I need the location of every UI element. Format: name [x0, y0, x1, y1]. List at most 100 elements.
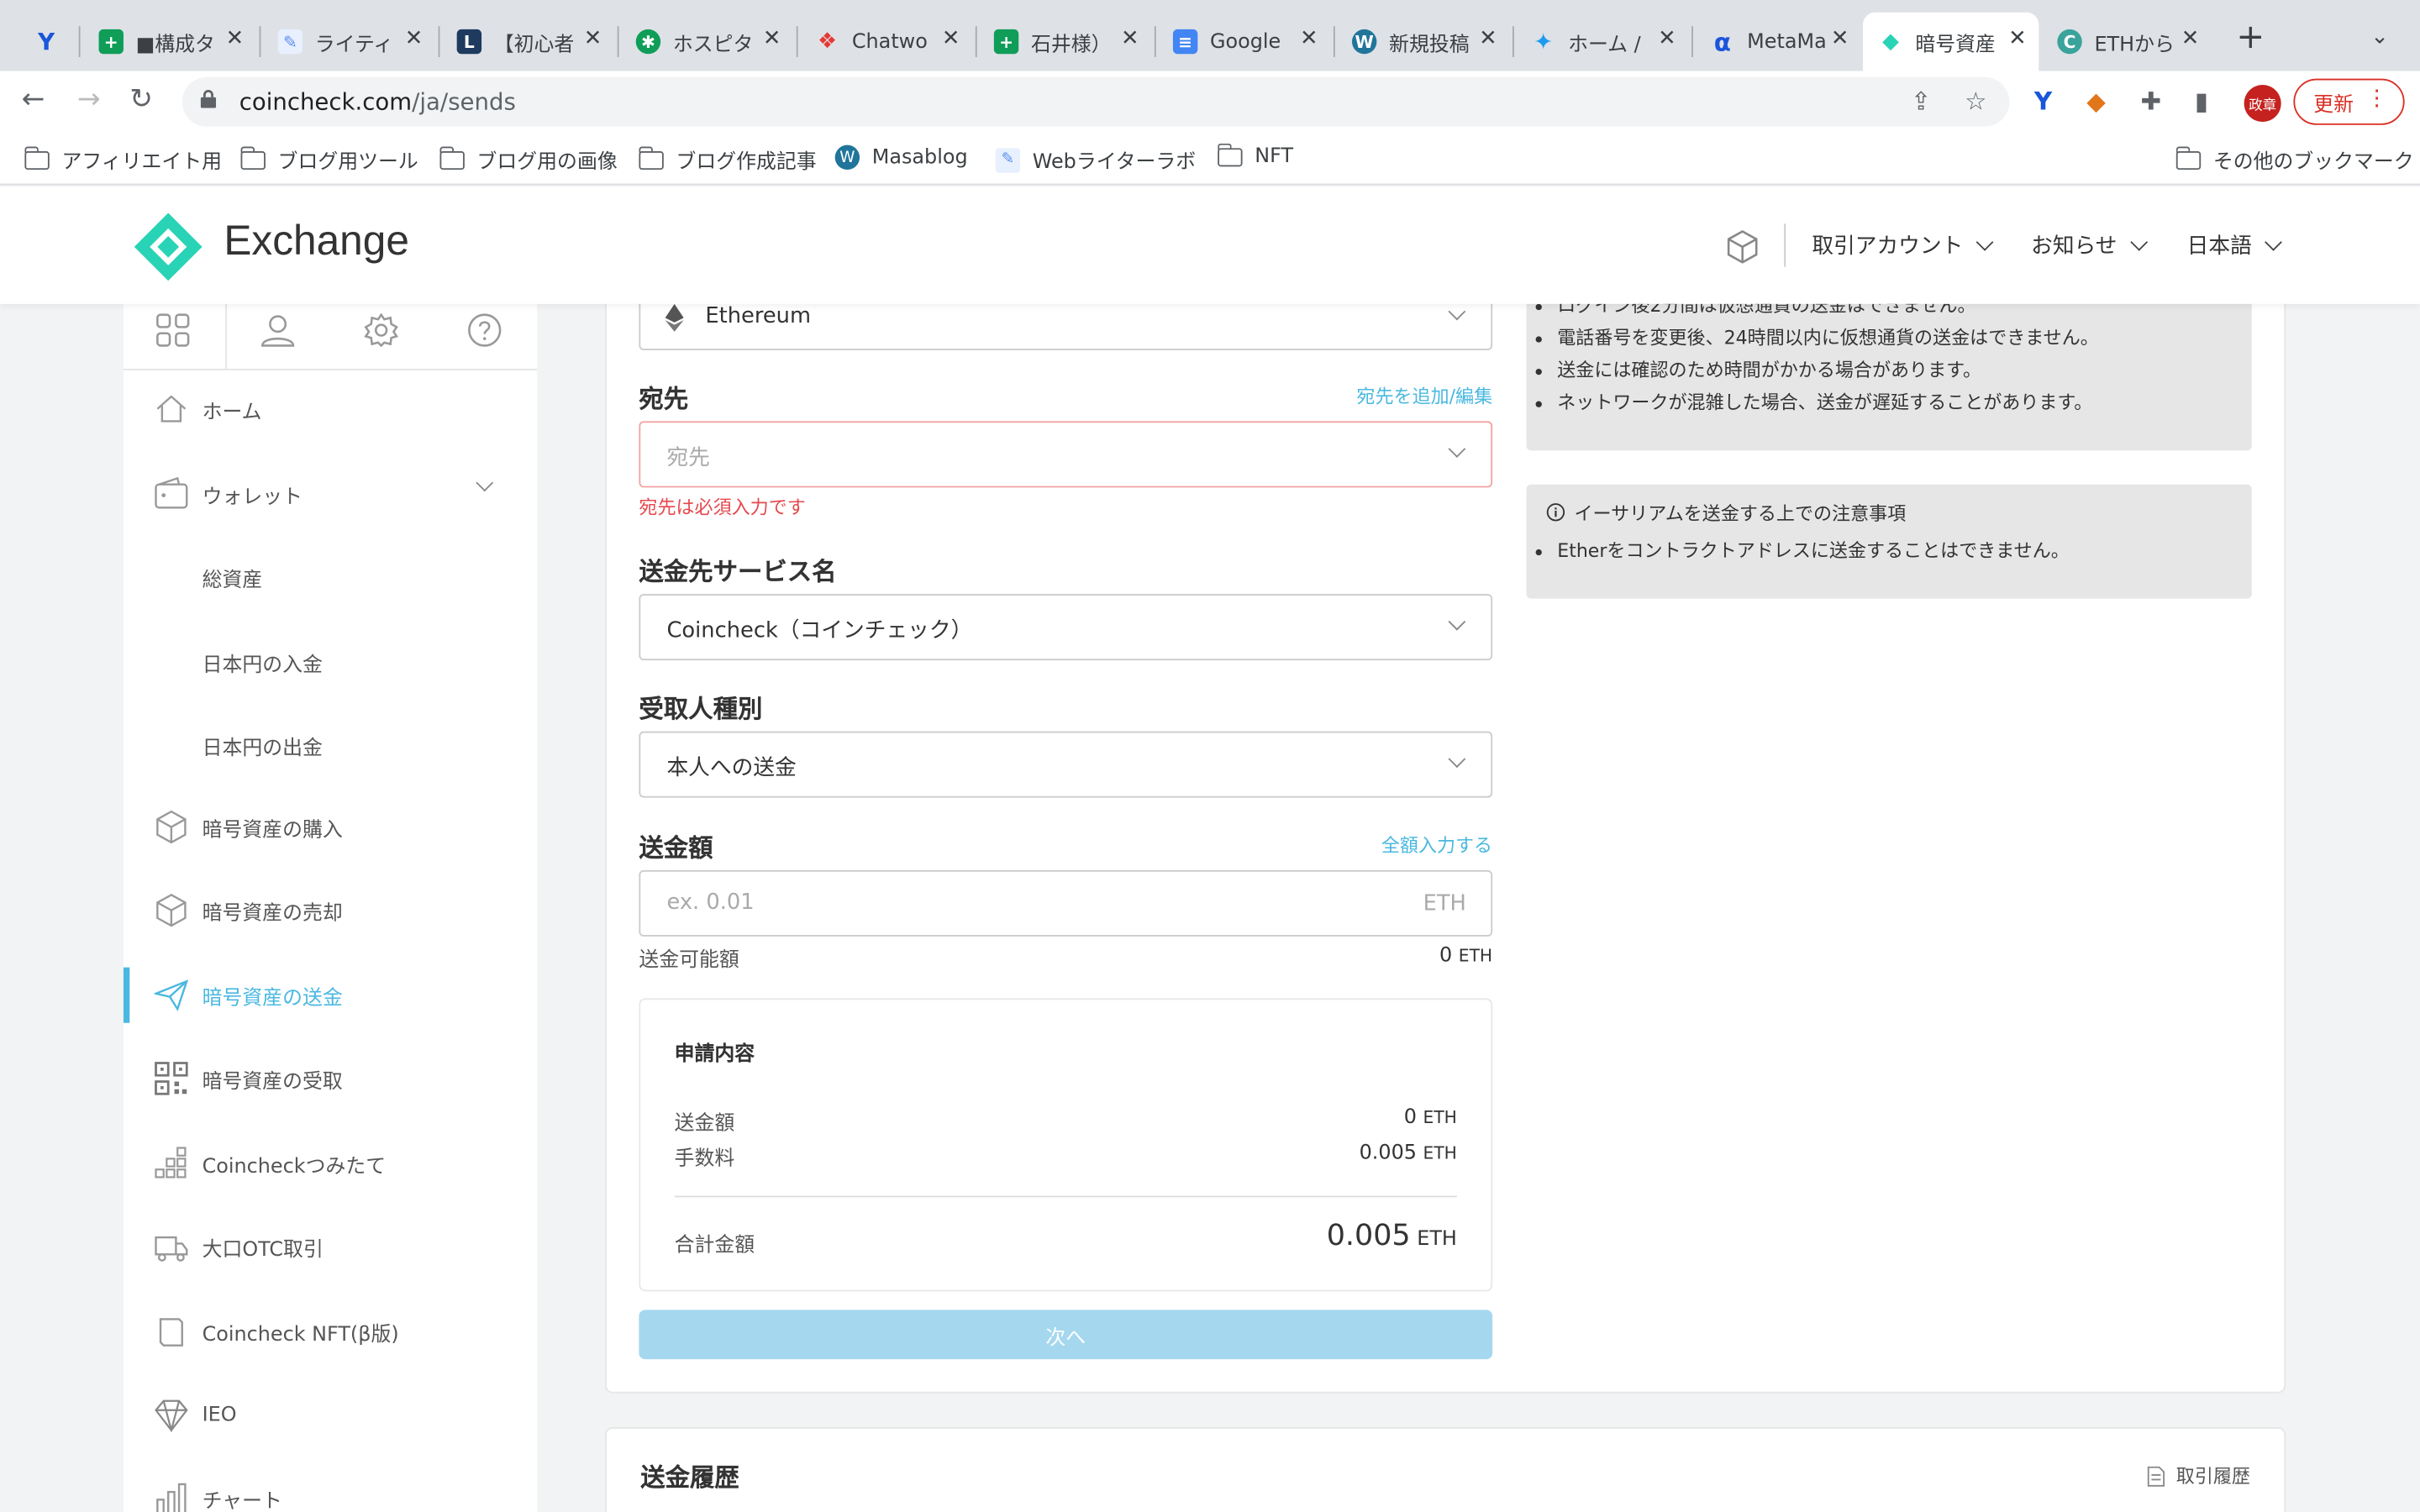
- tab-close-icon[interactable]: ✕: [405, 26, 424, 50]
- tab-close-icon[interactable]: ✕: [942, 26, 960, 50]
- sidebar-item-jpy-withdraw[interactable]: 日本円の出金: [124, 714, 537, 775]
- bookmark-folder[interactable]: NFT: [1217, 142, 1293, 168]
- sidebar-item-tsumitate[interactable]: Coincheckつみたて: [124, 1132, 537, 1194]
- chevron-down-icon: [1448, 302, 1466, 321]
- tab-3[interactable]: L 【初心者 ✕: [441, 13, 614, 71]
- sidebar-item-receive-crypto[interactable]: 暗号資産の受取: [124, 1047, 537, 1109]
- recipient-type-label: 受取人種別: [639, 694, 763, 724]
- user-icon[interactable]: [260, 313, 295, 347]
- sidebar-item-send-crypto[interactable]: 暗号資産の送金: [124, 964, 537, 1026]
- paper-plane-icon: [154, 979, 189, 1012]
- sidebar-item-chart[interactable]: チャート: [124, 1467, 537, 1512]
- c-logo-icon: C: [2057, 29, 2082, 55]
- sidebar-item-jpy-deposit[interactable]: 日本円の入金: [124, 631, 537, 692]
- sidebar-item-sell-crypto[interactable]: 暗号資産の売却: [124, 879, 537, 941]
- tab-2[interactable]: ✎ ライティ ✕: [262, 13, 435, 71]
- gear-icon[interactable]: [364, 312, 398, 348]
- chevron-down-icon: [1448, 612, 1466, 631]
- bookmark-folder[interactable]: ブログ用の画像: [439, 145, 618, 175]
- bookmark-folder[interactable]: ブログ作成記事: [638, 145, 817, 175]
- tab-1[interactable]: + ■構成タ ✕: [83, 13, 256, 71]
- bookmark-folder[interactable]: ブログ用ツール: [239, 145, 418, 175]
- coincheck-logo-icon[interactable]: [133, 212, 203, 282]
- tab-4[interactable]: ✱ ホスピタ ✕: [620, 13, 793, 71]
- transaction-history-link[interactable]: 取引履歴: [2147, 1462, 2250, 1488]
- tab-close-icon[interactable]: ✕: [1658, 26, 1676, 50]
- tab-close-icon[interactable]: ✕: [1831, 26, 1849, 50]
- wordpress-icon: W: [1351, 29, 1377, 55]
- tab-close-icon[interactable]: ✕: [2008, 26, 2027, 50]
- tab-9[interactable]: ✦ ホーム / ✕: [1516, 13, 1689, 71]
- tab-close-icon[interactable]: ✕: [1121, 26, 1139, 50]
- help-icon[interactable]: [468, 313, 502, 347]
- document-icon: [2147, 1465, 2165, 1486]
- tab-0[interactable]: Y: [18, 13, 74, 71]
- box-icon[interactable]: [1724, 228, 1761, 265]
- tab-6[interactable]: + 石井様） ✕: [978, 13, 1151, 71]
- fill-full-amount-link[interactable]: 全額入力する: [1381, 832, 1492, 858]
- chevron-down-icon: [1448, 440, 1466, 458]
- other-bookmarks[interactable]: その他のブックマーク: [2175, 145, 2414, 175]
- dashboard-grid-icon[interactable]: [156, 313, 190, 347]
- metamask-fox-icon[interactable]: ◆: [2086, 87, 2106, 116]
- recipient-type-select[interactable]: 本人への送金: [639, 731, 1493, 798]
- tab-8[interactable]: W 新規投稿 ✕: [1337, 13, 1510, 71]
- tab-close-icon[interactable]: ✕: [584, 26, 602, 50]
- pen-icon: ✎: [995, 147, 1021, 172]
- reload-icon[interactable]: ↻: [129, 83, 153, 116]
- sidebar-item-buy-crypto[interactable]: 暗号資産の購入: [124, 796, 537, 858]
- forward-icon[interactable]: →: [77, 83, 101, 116]
- back-icon[interactable]: ←: [22, 83, 45, 116]
- bookmark-star-icon[interactable]: ☆: [1965, 87, 1986, 116]
- add-edit-destination-link[interactable]: 宛先を追加/編集: [1356, 383, 1492, 409]
- tab-close-icon[interactable]: ✕: [1300, 26, 1318, 50]
- bookmark-link[interactable]: ✎ Webライターラボ: [995, 145, 1196, 175]
- tab-search-chevron-icon[interactable]: ⌄: [2370, 24, 2389, 49]
- address-bar[interactable]: coincheck.com/ja/sends ⇪ ☆: [182, 76, 2010, 127]
- nav-notices[interactable]: お知らせ: [2031, 230, 2148, 261]
- bookmark-folder[interactable]: アフィリエイト用: [24, 145, 222, 175]
- chevron-down-icon: [1975, 233, 1994, 250]
- sidebar-item-otc[interactable]: 大口OTC取引: [124, 1215, 537, 1277]
- tab-10[interactable]: α MetaMa ✕: [1695, 13, 1861, 71]
- tab-close-icon[interactable]: ✕: [763, 26, 781, 50]
- service-name-select[interactable]: Coincheck（コインチェック）: [639, 594, 1493, 661]
- destination-select[interactable]: 宛先: [639, 421, 1493, 488]
- summary-divider: [674, 1195, 1457, 1198]
- sidebar-item-home[interactable]: ホーム: [124, 378, 537, 439]
- chatwork-icon: ❖: [817, 29, 838, 55]
- bookmarks-bar: アフィリエイト用 ブログ用ツール ブログ用の画像 ブログ作成記事 W Masabl…: [0, 132, 2420, 186]
- amount-input[interactable]: ex. 0.01 ETH: [639, 869, 1493, 937]
- url-path: /ja/sends: [412, 87, 516, 116]
- notice-item: 送金には確認のため時間がかかる場合があります。: [1557, 354, 2252, 387]
- summary-title: 申請内容: [674, 1042, 755, 1067]
- share-icon[interactable]: ⇪: [1911, 87, 1932, 116]
- amount-unit: ETH: [1423, 891, 1466, 917]
- update-button-label: 更新: [2313, 93, 2354, 117]
- next-button[interactable]: 次へ: [639, 1310, 1493, 1360]
- tab-close-icon[interactable]: ✕: [1479, 26, 1497, 50]
- nav-language[interactable]: 日本語: [2187, 230, 2282, 261]
- sidebar-item-total-assets[interactable]: 総資産: [124, 546, 537, 607]
- side-panel-icon[interactable]: ▮: [2195, 87, 2208, 116]
- summary-total-row: 合計金額 0.005 ETH: [674, 1219, 1457, 1257]
- update-button[interactable]: 更新 ⋮: [2293, 78, 2405, 125]
- sidebar-item-wallet[interactable]: ウォレット: [124, 463, 537, 524]
- extensions-puzzle-icon[interactable]: ✚: [2141, 87, 2162, 116]
- bookmark-link[interactable]: W Masablog: [834, 144, 968, 171]
- tab-11-active[interactable]: ◆ 暗号資産 ✕: [1862, 12, 2039, 71]
- tab-close-icon[interactable]: ✕: [2181, 26, 2200, 50]
- profile-avatar[interactable]: 政章: [2244, 85, 2281, 123]
- tab-7[interactable]: ≡ Google ✕: [1158, 13, 1331, 71]
- tab-close-icon[interactable]: ✕: [226, 26, 245, 50]
- l-logo-icon: L: [456, 29, 482, 55]
- sidebar-item-nft[interactable]: Coincheck NFT(β版): [124, 1300, 537, 1362]
- extension-y-icon[interactable]: Y: [2034, 87, 2052, 116]
- sheets-icon: +: [98, 29, 124, 55]
- sidebar-item-ieo[interactable]: IEO: [124, 1384, 537, 1446]
- new-tab-icon[interactable]: +: [2236, 18, 2265, 57]
- tab-12[interactable]: C ETHから ✕: [2042, 13, 2212, 71]
- tab-5[interactable]: ❖ Chatwo ✕: [799, 13, 972, 71]
- menu-dots-icon[interactable]: ⋮: [2366, 87, 2388, 111]
- nav-trading-account[interactable]: 取引アカウント: [1812, 230, 1994, 261]
